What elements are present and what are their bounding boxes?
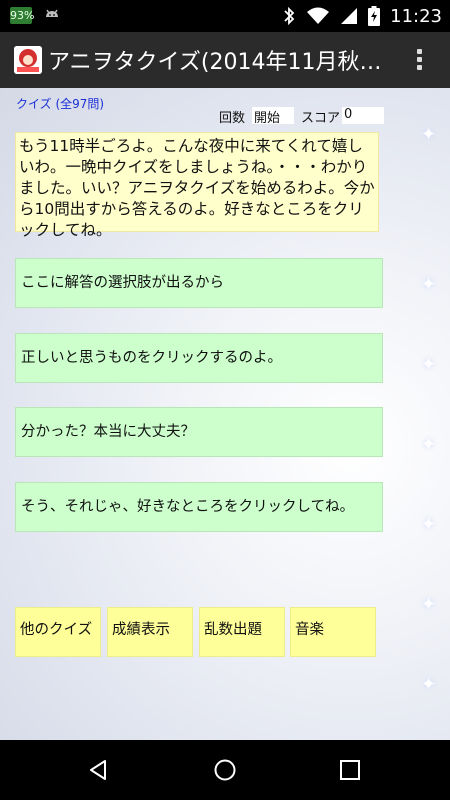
- quiz-message[interactable]: もう11時半ごろよ。こんな夜中に来てくれて嬉しいわ。一晩中クイズをしましょうね。…: [15, 132, 379, 239]
- sparkle-icon: ✦: [421, 434, 437, 455]
- music-button[interactable]: 音楽: [290, 607, 376, 657]
- status-bar: 93% 11:23: [0, 0, 450, 32]
- back-icon[interactable]: [86, 758, 110, 782]
- navigation-bar: [0, 740, 450, 800]
- quiz-content: ✦ ✦ ✦ ✦ ✦ ✦ ✦ クイズ (全97問) 回数 開始 スコア 0 もう1…: [0, 88, 450, 740]
- answer-choice-3[interactable]: 分かった？本当に大丈夫？: [15, 407, 383, 457]
- action-bar: アニヲタクイズ(2014年11月秋…: [0, 32, 450, 88]
- home-icon[interactable]: [213, 758, 237, 782]
- score-label: スコア: [301, 111, 341, 126]
- sparkle-icon: ✦: [421, 124, 437, 145]
- other-quizzes-button[interactable]: 他のクイズ: [15, 607, 101, 657]
- answer-choice-4[interactable]: そう、それじゃ、好きなところをクリックしてね。: [15, 482, 383, 532]
- answer-choice-1[interactable]: ここに解答の選択肢が出るから: [15, 258, 383, 308]
- android-icon: [46, 9, 58, 17]
- random-question-button[interactable]: 乱数出題: [199, 607, 285, 657]
- sparkle-icon: ✦: [421, 354, 437, 375]
- score-value: 0: [342, 107, 384, 124]
- sparkle-icon: ✦: [421, 674, 437, 695]
- wifi-icon: [307, 7, 330, 24]
- recents-icon[interactable]: [339, 759, 361, 781]
- sparkle-icon: ✦: [421, 274, 437, 295]
- cell-signal-icon: [341, 8, 358, 24]
- sparkle-icon: ✦: [421, 514, 437, 535]
- bluetooth-icon: [284, 6, 295, 26]
- overflow-menu-icon[interactable]: [414, 46, 424, 76]
- app-logo-icon: [14, 46, 42, 74]
- round-label: 回数: [219, 111, 246, 126]
- quiz-count-label: クイズ (全97問): [16, 97, 105, 111]
- sparkle-icon: ✦: [421, 594, 437, 615]
- clock: 11:23: [390, 5, 442, 27]
- battery-icon: [368, 6, 381, 26]
- answer-choice-2[interactable]: 正しいと思うものをクリックするのよ。: [15, 333, 383, 383]
- app-title: アニヲタクイズ(2014年11月秋…: [48, 50, 382, 75]
- battery-percent-badge: 93%: [10, 7, 35, 24]
- show-results-button[interactable]: 成績表示: [107, 607, 193, 657]
- round-value: 開始: [252, 107, 294, 126]
